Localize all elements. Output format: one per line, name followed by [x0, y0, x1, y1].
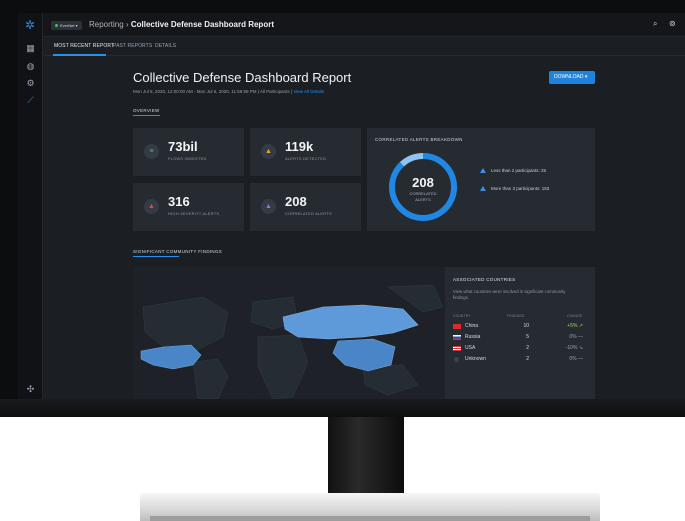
findings-heading: SIGNIFICANT COMMUNITY FINDINGS [133, 249, 223, 254]
change-value: -10% ↘ [565, 345, 583, 351]
breadcrumb-current: Collective Defense Dashboard Report [130, 20, 274, 29]
stat-card-high-severity[interactable]: ▲ 316 HIGH SEVERITY ALERTS [133, 183, 244, 231]
breadcrumb: Reporting › Collective Defense Dashboard… [89, 20, 274, 29]
monitor-bezel: ✲ ▦ ◍ ⚙ ⟋ ✣ EverNet ▾ Reporting › Collec… [0, 0, 685, 417]
table-row[interactable]: China 10 +5% ↗ [453, 323, 589, 332]
breakdown-title: CORRELATED ALERTS BREAKDOWN [375, 137, 463, 142]
world-map-svg [140, 284, 444, 399]
findings-count: 10 [523, 323, 529, 329]
south-america-shape [192, 358, 229, 399]
legend-item: Less than 2 participants: 25 [480, 168, 546, 174]
donut-total: 208 [412, 175, 434, 190]
donut-total-label: ALERTS [415, 197, 431, 202]
network-icon[interactable]: ✣ [26, 385, 35, 394]
change-value: +5% ↗ [567, 323, 583, 329]
triangle-icon [480, 186, 486, 192]
country-name: USA [465, 345, 476, 351]
findings-count: 5 [526, 334, 529, 340]
download-button[interactable]: DOWNLOAD ▾ [549, 71, 595, 84]
app-screen: ✲ ▦ ◍ ⚙ ⟋ ✣ EverNet ▾ Reporting › Collec… [18, 13, 685, 399]
panel-description: View what countries were involved in sig… [453, 289, 566, 300]
reporting-chart-icon[interactable]: ⟋ [26, 96, 35, 105]
change-value: 0% — [569, 356, 583, 362]
breadcrumb-root[interactable]: Reporting [89, 20, 124, 29]
china-highlight [332, 338, 396, 372]
dashboard-icon[interactable]: ▦ [26, 44, 35, 53]
stat-card-alerts[interactable]: ▲ 119k ALERTS DETECTED [250, 128, 361, 176]
africa-shape [257, 334, 309, 399]
usa-flag-icon [453, 346, 461, 351]
correlated-breakdown-card: CORRELATED ALERTS BREAKDOWN 208 CORRELAT… [367, 128, 595, 231]
warning-icon: ▲ [144, 199, 159, 214]
view-all-details-link[interactable]: View All Details [293, 89, 324, 94]
world-map[interactable] [133, 267, 445, 399]
sidebar: ✲ ▦ ◍ ⚙ ⟋ ✣ [18, 13, 43, 399]
help-icon[interactable]: ⊚ [669, 19, 676, 28]
stat-label: HIGH SEVERITY ALERTS [168, 211, 220, 216]
country-name: Unknown [465, 356, 486, 362]
stat-label: ALERTS DETECTED [285, 156, 327, 161]
database-icon: ≡ [144, 144, 159, 159]
monitor-stand-neck [328, 417, 404, 497]
table-row[interactable]: Russia 5 0% — [453, 334, 589, 343]
legend-item: More than 3 participants: 183 [480, 186, 549, 192]
china-flag-icon [453, 324, 461, 329]
table-row[interactable]: USA 2 -10% ↘ [453, 345, 589, 354]
search-icon[interactable]: ⌕ [653, 19, 657, 29]
findings-count: 2 [526, 356, 529, 362]
associated-countries-panel: ASSOCIATED COUNTRIES View what countries… [445, 267, 595, 399]
report-date-range: Mon Jul 6, 2020, 12:00:00 AM - Mon Jul 6… [133, 89, 325, 94]
donut-total-label: CORRELATED [409, 191, 437, 196]
panel-title: ASSOCIATED COUNTRIES [453, 277, 516, 282]
globe-icon [454, 357, 459, 362]
stat-value: 316 [168, 194, 190, 209]
overview-underline [133, 115, 160, 116]
northeast-asia-shape [387, 284, 444, 313]
stat-value: 119k [285, 139, 314, 154]
stat-label: CORRELATED ALERTS [285, 211, 332, 216]
org-selector[interactable]: EverNet ▾ [51, 21, 82, 30]
usa-highlight [140, 344, 202, 370]
russia-highlight [282, 304, 419, 340]
warning-icon: ▲ [261, 199, 276, 214]
column-header: FINDINGS [507, 314, 525, 318]
top-bar: EverNet ▾ Reporting › Collective Defense… [43, 13, 685, 37]
north-america-shape [142, 296, 229, 353]
column-header: COUNTRY [453, 314, 471, 318]
stat-card-correlated[interactable]: ▲ 208 CORRELATED ALERTS [250, 183, 361, 231]
stat-value: 208 [285, 194, 307, 209]
overview-heading: OVERVIEW [133, 108, 160, 113]
tab-past-reports[interactable]: PAST REPORTS [113, 43, 152, 49]
table-row[interactable]: Unknown 2 0% — [453, 356, 589, 365]
findings-count: 2 [526, 345, 529, 351]
country-name: Russia [465, 334, 481, 340]
stand-shadow [150, 516, 590, 521]
triangle-icon [480, 168, 486, 174]
monitor-chin [0, 399, 685, 417]
country-name: China [465, 323, 479, 329]
globe-icon[interactable]: ◍ [26, 62, 35, 71]
russia-flag-icon [453, 335, 461, 340]
stat-card-flows[interactable]: ≡ 73bil FLOWS INGESTED [133, 128, 244, 176]
report-tabs: MOST RECENT REPORT PAST REPORTS DETAILS [43, 37, 685, 56]
app-logo-icon[interactable]: ✲ [25, 19, 37, 31]
stat-label: FLOWS INGESTED [168, 156, 207, 161]
stat-value: 73bil [168, 139, 198, 154]
change-value: 0% — [569, 334, 583, 340]
tab-most-recent-report[interactable]: MOST RECENT REPORT [54, 43, 114, 49]
settings-gear-icon[interactable]: ⚙ [26, 79, 35, 88]
findings-underline [133, 256, 179, 257]
page-title: Collective Defense Dashboard Report [133, 70, 352, 85]
column-header: CHANGE [567, 314, 583, 318]
warning-icon: ▲ [261, 144, 276, 159]
tab-details[interactable]: DETAILS [155, 43, 176, 49]
active-tab-indicator [53, 54, 106, 56]
